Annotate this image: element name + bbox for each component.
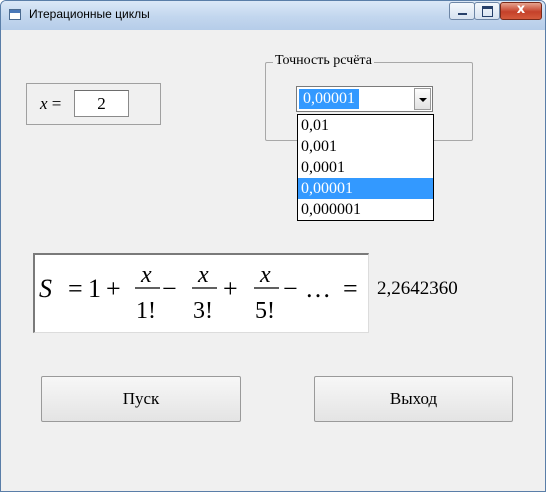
formula-minus: − [162, 274, 177, 303]
x-input-panel: x = [26, 83, 161, 125]
formula-numerator: x [259, 262, 271, 288]
formula-equals: = [68, 274, 83, 303]
precision-combobox[interactable]: 0,00001 [296, 86, 433, 112]
precision-option[interactable]: 0,000001 [298, 199, 433, 220]
chevron-down-icon[interactable] [414, 88, 431, 110]
formula-one: 1 [88, 274, 101, 303]
precision-group-label: Точность рсчёта [273, 53, 374, 69]
run-button[interactable]: Пуск [41, 376, 241, 422]
formula-plus: + [223, 274, 238, 303]
exit-button[interactable]: Выход [314, 376, 513, 422]
title-bar[interactable]: Итерационные циклы x [1, 1, 545, 30]
result-value: 2,2642360 [377, 278, 458, 299]
formula-minus: − [283, 274, 298, 303]
precision-option-selected[interactable]: 0,00001 [298, 178, 433, 199]
minimize-button[interactable] [449, 2, 475, 20]
app-window-icon[interactable] [9, 9, 21, 20]
precision-option[interactable]: 0,0001 [298, 157, 433, 178]
x-label-eq: = [51, 94, 62, 113]
maximize-button[interactable] [474, 2, 500, 20]
close-button[interactable]: x [500, 2, 542, 20]
precision-selected-value: 0,00001 [299, 89, 359, 109]
series-formula: S = 1 + x 1! − x 3! + x 5! − … = [33, 253, 369, 333]
x-label-var: x [40, 94, 48, 113]
formula-lhs: S [39, 274, 52, 303]
close-icon: x [516, 2, 526, 17]
precision-dropdown-list: 0,01 0,001 0,0001 0,00001 0,000001 [297, 114, 434, 221]
formula-equals: = [343, 274, 358, 303]
formula-numerator: x [197, 262, 209, 288]
formula-denominator: 1! [136, 298, 156, 324]
x-value-input[interactable] [74, 90, 129, 117]
window-title: Итерационные циклы [29, 7, 150, 21]
x-label: x = [40, 94, 61, 114]
formula-plus: + [106, 274, 121, 303]
precision-option[interactable]: 0,001 [298, 136, 433, 157]
formula-graphic: S = 1 + x 1! − x 3! + x 5! − … = [39, 262, 358, 324]
formula-numerator: x [140, 262, 152, 288]
formula-denominator: 5! [255, 298, 275, 324]
precision-option[interactable]: 0,01 [298, 115, 433, 136]
formula-denominator: 3! [193, 298, 213, 324]
app-window: Итерационные циклы x x = Точность рсчёта… [0, 0, 546, 492]
formula-ellipsis: … [305, 274, 331, 303]
